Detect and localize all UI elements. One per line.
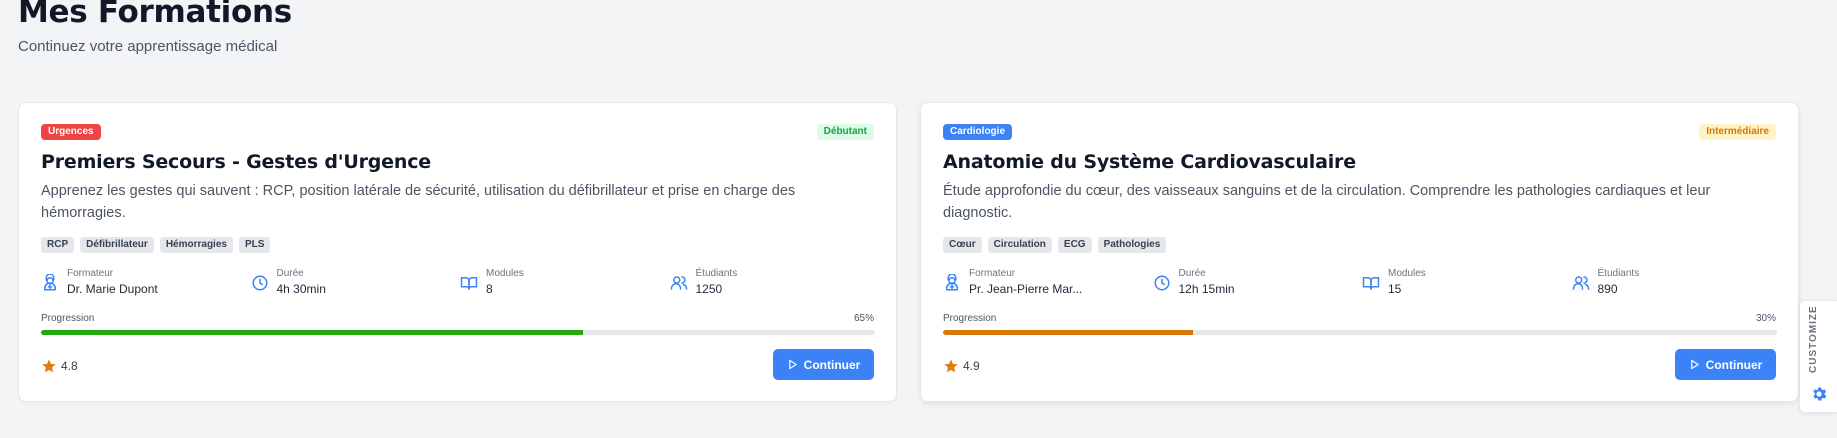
progress-fill	[943, 330, 1194, 335]
category-badge: Urgences	[41, 124, 101, 140]
trainer-name: Pr. Jean-Pierre Mar...	[969, 282, 1083, 296]
rating: 4.8	[41, 358, 78, 374]
duration-value: 4h 30min	[276, 282, 326, 296]
course-description: Étude approfondie du cœur, des vaisseaux…	[943, 183, 1711, 221]
book-icon	[460, 274, 478, 292]
progress-bar	[943, 330, 1777, 335]
course-list: Urgences Débutant Premiers Secours - Ges…	[18, 102, 1799, 402]
tag-list: RCP Défibrillateur Hémorragies PLS	[41, 237, 271, 253]
rating: 4.9	[943, 358, 980, 374]
progress-percent: 65%	[853, 313, 874, 324]
meta-label: Étudiants	[1597, 268, 1640, 279]
students-value: 890	[1597, 282, 1618, 296]
meta-label: Formateur	[969, 268, 1016, 279]
page-subtitle: Continuez votre apprentissage médical	[18, 38, 278, 55]
meta-label: Modules	[1388, 268, 1426, 279]
play-icon	[787, 359, 798, 370]
tag: Circulation	[987, 237, 1052, 253]
users-icon	[670, 274, 688, 292]
clock-icon	[1153, 274, 1171, 292]
rating-value: 4.9	[963, 359, 980, 373]
tag: Cœur	[943, 237, 982, 253]
trainer-icon	[943, 274, 961, 292]
meta-label: Durée	[1178, 268, 1206, 279]
progress-label: Progression	[41, 313, 95, 324]
course-card[interactable]: Cardiologie Intermédiaire Anatomie du Sy…	[920, 102, 1799, 402]
meta-duration: Durée 4h 30min	[251, 268, 461, 296]
course-title[interactable]: Anatomie du Système Cardiovasculaire	[943, 151, 1356, 173]
customize-label: CUSTOMIZE	[1808, 305, 1819, 373]
progress-bar	[41, 330, 875, 335]
continue-label: Continuer	[803, 357, 861, 372]
level-badge: Débutant	[816, 124, 874, 140]
continue-label: Continuer	[1705, 357, 1763, 372]
meta-label: Modules	[486, 268, 524, 279]
modules-value: 8	[486, 282, 493, 296]
meta-trainer: Formateur Dr. Marie Dupont	[41, 268, 251, 296]
users-icon	[1572, 274, 1590, 292]
course-meta: Formateur Dr. Marie Dupont Durée 4h 30mi…	[41, 268, 879, 296]
course-card[interactable]: Urgences Débutant Premiers Secours - Ges…	[18, 102, 897, 402]
tag: Pathologies	[1097, 237, 1167, 253]
progress-label: Progression	[943, 313, 997, 324]
meta-students: Étudiants 890	[1572, 268, 1782, 296]
level-badge: Intermédiaire	[1699, 124, 1776, 140]
tag: PLS	[238, 237, 271, 253]
continue-button[interactable]: Continuer	[1675, 349, 1776, 380]
trainer-name: Dr. Marie Dupont	[67, 282, 158, 296]
course-title[interactable]: Premiers Secours - Gestes d'Urgence	[41, 151, 431, 173]
course-description: Apprenez les gestes qui sauvent : RCP, p…	[41, 183, 796, 221]
gear-icon[interactable]	[1810, 385, 1828, 403]
progress-percent: 30%	[1755, 313, 1776, 324]
customize-tab[interactable]: CUSTOMIZE	[1799, 300, 1837, 413]
tag: Hémorragies	[159, 237, 233, 253]
star-icon	[41, 358, 57, 374]
duration-value: 12h 15min	[1178, 282, 1235, 296]
tag: ECG	[1057, 237, 1092, 253]
rating-value: 4.8	[61, 359, 78, 373]
continue-button[interactable]: Continuer	[773, 349, 874, 380]
progress-fill	[41, 330, 584, 335]
star-icon	[943, 358, 959, 374]
book-icon	[1362, 274, 1380, 292]
tag: Défibrillateur	[80, 237, 154, 253]
meta-duration: Durée 12h 15min	[1153, 268, 1363, 296]
play-icon	[1689, 359, 1700, 370]
page-title: Mes Formations	[18, 0, 292, 30]
category-badge: Cardiologie	[943, 124, 1013, 140]
modules-value: 15	[1388, 282, 1402, 296]
meta-label: Formateur	[67, 268, 114, 279]
course-meta: Formateur Pr. Jean-Pierre Mar... Durée 1…	[943, 268, 1781, 296]
meta-label: Durée	[276, 268, 304, 279]
meta-trainer: Formateur Pr. Jean-Pierre Mar...	[943, 268, 1153, 296]
trainer-icon	[41, 274, 59, 292]
meta-label: Étudiants	[695, 268, 738, 279]
meta-students: Étudiants 1250	[670, 268, 880, 296]
tag: RCP	[41, 237, 75, 253]
meta-modules: Modules 8	[460, 268, 670, 296]
students-value: 1250	[695, 282, 723, 296]
clock-icon	[251, 274, 269, 292]
tag-list: Cœur Circulation ECG Pathologies	[943, 237, 1167, 253]
meta-modules: Modules 15	[1362, 268, 1572, 296]
